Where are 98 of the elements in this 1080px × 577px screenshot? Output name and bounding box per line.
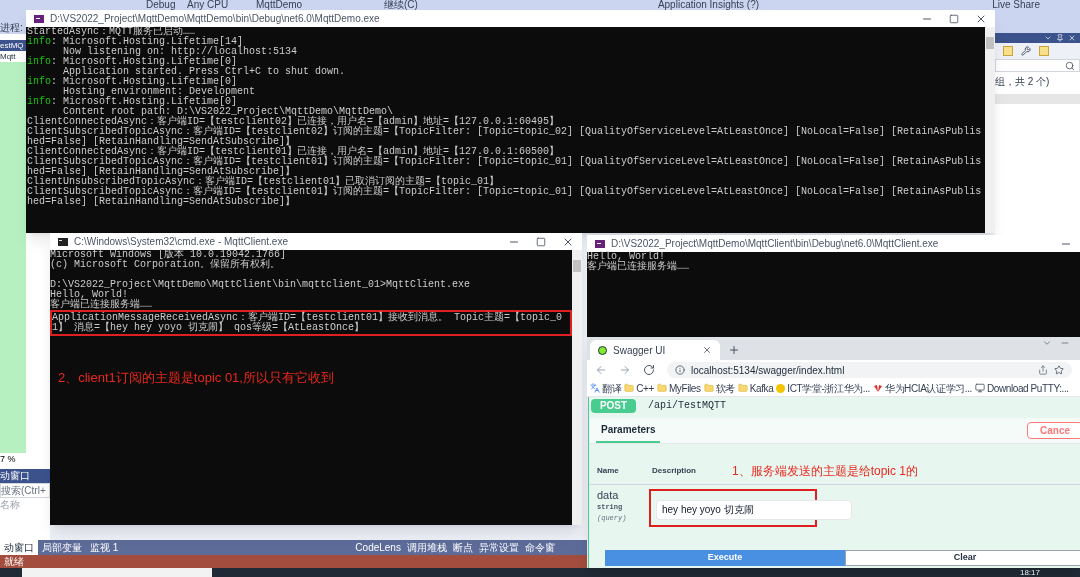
console-line: Application started. Press Ctrl+C to shut down. (62, 67, 347, 77)
reload-icon[interactable] (643, 364, 655, 376)
toolbar-item[interactable]: Debug (146, 0, 182, 10)
search-icon[interactable] (1065, 60, 1075, 71)
pin-icon[interactable] (1056, 34, 1064, 42)
close-icon[interactable] (1068, 34, 1076, 42)
tool-tab[interactable]: 断点 (449, 540, 476, 555)
console-line: Now listening on: http://localhost:5134 (62, 47, 299, 57)
browser-tab[interactable]: Swagger UI (590, 340, 720, 360)
tool-tab[interactable]: CodeLens (352, 540, 404, 555)
maximize-icon[interactable] (536, 236, 546, 247)
bookmark[interactable]: 软考 (703, 380, 735, 396)
folder-icon (703, 383, 714, 393)
address-bar[interactable]: localhost:5134/swagger/index.html (667, 362, 1072, 378)
bookmark[interactable]: ICT学堂-浙江华为... (776, 380, 870, 396)
window-title: C:\Windows\System32\cmd.exe - MqttClient.exe (74, 236, 288, 247)
tab-search-icon[interactable] (1042, 338, 1052, 348)
maximize-icon[interactable] (949, 13, 959, 24)
bookmark[interactable]: MyFiles (656, 380, 701, 396)
tool-tab[interactable]: 局部变量 (38, 540, 86, 555)
toolbar-item[interactable]: Application Insights (?) (657, 0, 760, 10)
window-title: D:\VS2022_Project\MqttDemo\MqttDemo\bin\Debug\net6.0\MqttDemo.exe (50, 13, 380, 24)
tool-tab[interactable]: 动窗口 (0, 540, 38, 555)
console-line: Microsoft Windows [版本 10.0.19042.1766] (50, 249, 287, 260)
back-icon[interactable] (595, 364, 607, 376)
terminal-icon (58, 237, 68, 246)
console-icon (595, 239, 605, 248)
dropdown-icon[interactable] (1044, 34, 1052, 42)
console-line: : Microsoft.Hosting.Lifetime[0] (51, 77, 238, 87)
tool-tab[interactable]: 异常设置 (475, 540, 522, 555)
log-level: info (27, 97, 51, 107)
window-title: D:\VS2022_Project\MqttDemo\MqttClient\bin\Debug\net6.0\MqttClient.exe (611, 238, 939, 249)
panel-search-field[interactable] (995, 59, 1080, 72)
clear-button[interactable]: Clear (845, 550, 1080, 566)
console-line: D:\VS2022_Project\MqttDemo\MqttClient\bin\mqttclient_01>MqttClient.exe (50, 279, 471, 290)
forward-icon[interactable] (619, 364, 631, 376)
search-field[interactable]: 搜索(Ctrl+ (0, 483, 50, 498)
info-icon (675, 365, 685, 375)
endpoint-path: /api/TestMQTT (648, 399, 726, 413)
folder-icon (737, 383, 748, 393)
scrollbar[interactable] (985, 27, 995, 233)
toolbar-item[interactable]: 继续(C) (384, 0, 418, 10)
tool-tab[interactable]: 命令窗 (521, 540, 558, 555)
console-line: Hosting environment: Development (62, 87, 257, 97)
document-tab[interactable]: estMQ (0, 40, 26, 51)
column-header: 名称 (0, 498, 21, 512)
param-name: data (597, 489, 620, 502)
folder-icon (624, 383, 635, 393)
method-badge: POST (591, 398, 636, 413)
param-input[interactable]: hey hey yoyo 切克闹 (656, 500, 852, 520)
tool-tab[interactable]: 调用堆栈 (403, 540, 450, 555)
console-line: ApplicationMessageReceivedAsync：客户端ID=【testclient01】接收到消息。 Topic主题=【topic_01】 消息=【hey hey yoyo 切克闹】 qos等级=【AtLeastOnce】 (52, 312, 563, 333)
console-line: 客户端已连接服务端…… (587, 262, 690, 272)
console-line: Hello, World! (587, 252, 665, 262)
clock: 18:17 (1019, 568, 1040, 577)
bookmark[interactable]: 翻译 (590, 380, 622, 396)
badge-icon (776, 383, 786, 393)
share-icon[interactable] (1038, 365, 1048, 375)
close-icon[interactable] (702, 345, 712, 355)
translate-icon (590, 383, 600, 393)
filter-icon[interactable] (1003, 46, 1013, 56)
toolbar-item[interactable]: MqttDemo (256, 0, 356, 10)
annotation-text: 1、服务端发送的主题是给topic 1的 (732, 463, 919, 480)
console-line: 客户端已连接服务端…… (50, 299, 152, 310)
scrollbar[interactable] (572, 250, 582, 525)
panel-header: 动窗口 (0, 469, 50, 483)
section-tab[interactable]: Parameters (596, 418, 661, 443)
console-line: : Microsoft.Hosting.Lifetime[0] (51, 97, 238, 107)
new-tab-icon[interactable] (728, 344, 740, 356)
toolbar-item[interactable]: Any CPU (187, 0, 251, 10)
bookmark[interactable]: Download PuTTY:... (974, 380, 1069, 396)
tool-tab[interactable]: 监视 1 (86, 540, 123, 555)
toggle-icon[interactable] (1039, 46, 1049, 56)
bookmark[interactable]: Kafka (737, 380, 774, 396)
console-line: Content root path: D:\VS2022_Project\MqttDemo\MqttDemo\ (63, 107, 394, 117)
toolbar-item[interactable]: Live Share (992, 0, 1040, 10)
log-level: info (27, 57, 51, 67)
swagger-icon (598, 345, 607, 355)
bookmark[interactable]: 华为HCIA认证学习... (872, 380, 972, 396)
bookmark[interactable]: C++ (624, 380, 654, 396)
bookmark-star-icon[interactable] (1054, 365, 1064, 375)
console-line: : Microsoft.Hosting.Lifetime[14] (51, 37, 244, 47)
log-level: info (27, 37, 51, 47)
wrench-icon[interactable] (1021, 46, 1031, 56)
console-icon (34, 14, 44, 23)
annotation-text: 2、client1订阅的主题是topic 01,所以只有它收到 (58, 369, 335, 387)
column-header: Name (597, 465, 620, 477)
console-line: ClientSubscribedTopicAsync：客户端ID=【testclient01】订阅的主题=【TopicFilter: [Topic=topic_01] [QualityOfServiceLevel=AtLeastOnce] [NoLocal=False] [RetainAsPublished=False] [RetainHandling=SendAtSubscribe]】 (27, 187, 983, 207)
monitor-icon (974, 383, 985, 393)
console-line: : Microsoft.Hosting.Lifetime[0] (51, 57, 238, 67)
column-header: Description (652, 465, 697, 477)
summary-text: 组，共 2 个) (995, 76, 1051, 88)
console-line: Hello, World! (50, 289, 128, 300)
console-line: (c) Microsoft Corporation。保留所有权利。 (50, 259, 281, 270)
status-text: 就绪 (4, 556, 24, 567)
log-level: info (27, 77, 51, 87)
folder-icon (656, 383, 667, 393)
flower-icon (872, 384, 883, 392)
